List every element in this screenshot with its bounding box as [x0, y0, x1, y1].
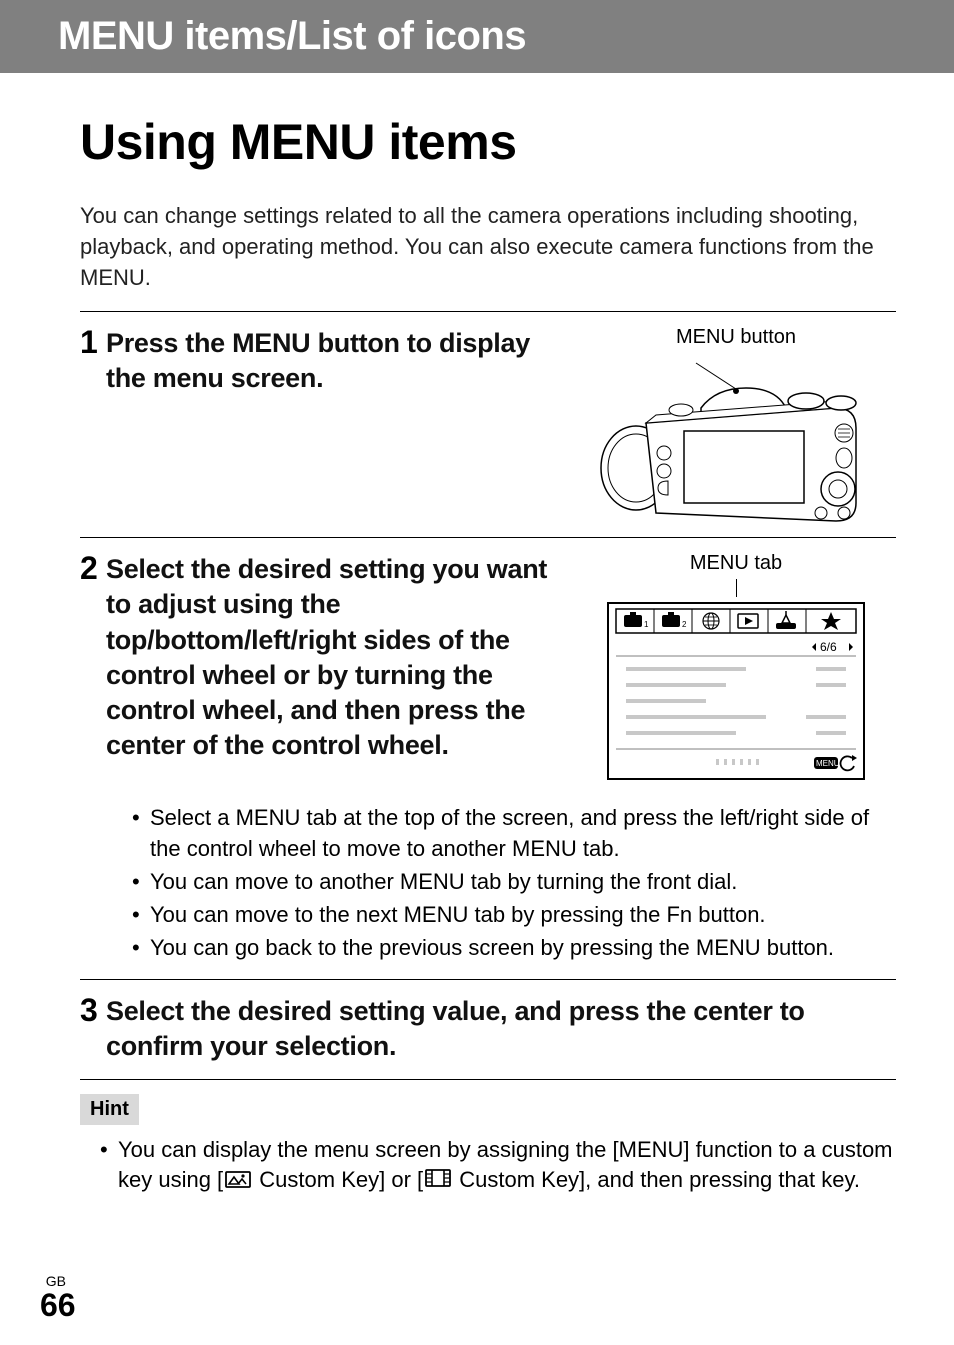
step-1-number: 1	[80, 326, 98, 358]
step-2-bullet: You can move to another MENU tab by turn…	[132, 867, 896, 898]
section-header-text: MENU items/List of icons	[58, 14, 526, 58]
divider	[80, 1079, 896, 1080]
movie-custom-key-icon	[425, 1166, 451, 1197]
menu-screen-illustration: 1 2	[606, 601, 866, 781]
step-2-bullet: Select a MENU tab at the top of the scre…	[132, 803, 896, 865]
page-footer: GB 66	[40, 1273, 76, 1321]
hint-bullets: You can display the menu screen by assig…	[80, 1135, 896, 1197]
step-3: 3 Select the desired setting value, and …	[80, 980, 896, 1078]
hint-bullet: You can display the menu screen by assig…	[100, 1135, 896, 1197]
page-content: Using MENU items You can change settings…	[0, 73, 954, 1197]
svg-text:1: 1	[644, 620, 649, 629]
hint-text-part: Custom Key], and then pressing that key.	[453, 1167, 860, 1192]
footer-page-number: 66	[40, 1289, 76, 1321]
hint-badge: Hint	[80, 1094, 139, 1125]
step-2: 2 Select the desired setting you want to…	[80, 538, 896, 795]
step-1-caption: MENU button	[676, 326, 796, 349]
step-2-instruction: Select the desired setting you want to a…	[106, 552, 556, 763]
step-1-instruction: Press the MENU button to display the men…	[106, 326, 556, 396]
step-1-text-block: 1 Press the MENU button to display the m…	[80, 326, 556, 396]
step-2-figure: MENU tab 1	[576, 552, 896, 781]
photo-custom-key-icon	[225, 1166, 251, 1197]
step-1: 1 Press the MENU button to display the m…	[80, 312, 896, 537]
step-2-bullet: You can move to the next MENU tab by pre…	[132, 900, 896, 931]
step-2-caption: MENU tab	[690, 552, 782, 575]
intro-paragraph: You can change settings related to all t…	[80, 201, 896, 293]
page-title: Using MENU items	[80, 113, 896, 171]
hint-section: Hint You can display the menu screen by …	[80, 1094, 896, 1197]
step-3-number: 3	[80, 994, 98, 1026]
step-2-text-block: 2 Select the desired setting you want to…	[80, 552, 556, 763]
step-2-bullet: You can go back to the previous screen b…	[132, 933, 896, 964]
page-indicator-text: 6/6	[820, 640, 837, 654]
step-2-number: 2	[80, 552, 98, 584]
svg-text:2: 2	[682, 620, 687, 629]
step-1-figure: MENU button	[576, 326, 896, 523]
section-header: MENU items/List of icons	[0, 0, 954, 73]
pointer-line	[736, 579, 737, 597]
menu-back-label: MENU	[816, 759, 840, 768]
step-2-bullets: Select a MENU tab at the top of the scre…	[80, 803, 896, 963]
step-3-instruction: Select the desired setting value, and pr…	[106, 994, 896, 1064]
hint-text-part: Custom Key] or [	[253, 1167, 423, 1192]
camera-illustration	[586, 353, 886, 523]
